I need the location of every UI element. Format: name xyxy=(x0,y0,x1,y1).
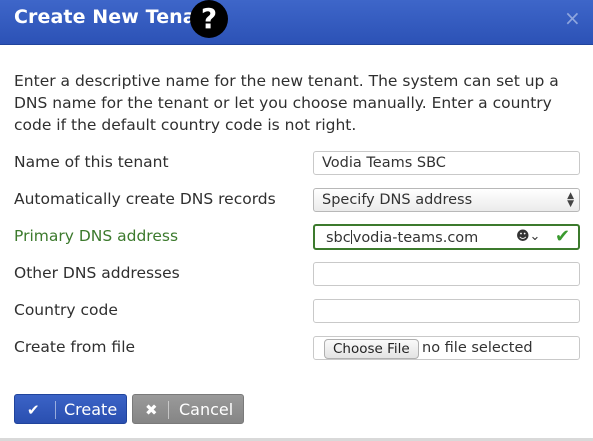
file-input: Choose File no file selected xyxy=(313,336,580,360)
dialog-title: Create New Tenant xyxy=(14,6,219,28)
create-from-file-label: Create from file xyxy=(14,338,136,356)
other-dns-label: Other DNS addresses xyxy=(14,264,180,282)
country-code-input[interactable] xyxy=(313,299,580,323)
primary-dns-value: sbc vodia-teams.com xyxy=(326,230,479,246)
cancel-button-label: Cancel xyxy=(179,400,234,419)
cancel-button[interactable]: ✖ Cancel xyxy=(132,394,244,424)
other-dns-input[interactable] xyxy=(313,262,580,286)
primary-dns-input[interactable]: sbc vodia-teams.com ☻⌄ ✔ xyxy=(313,224,580,250)
tenant-name-label: Name of this tenant xyxy=(14,153,169,171)
file-status: no file selected xyxy=(422,340,533,356)
auto-dns-select[interactable]: Specify DNS address ▲ ▼ xyxy=(313,188,580,212)
button-separator xyxy=(168,401,169,419)
country-code-label: Country code xyxy=(14,301,118,319)
tenant-name-value: Vodia Teams SBC xyxy=(322,155,446,171)
tenant-name-input[interactable]: Vodia Teams SBC xyxy=(313,151,580,175)
help-icon[interactable]: ? xyxy=(190,0,228,38)
auto-dns-selected: Specify DNS address xyxy=(322,192,473,208)
dialog-title-bar: Create New Tenant ? × xyxy=(0,0,593,45)
create-button[interactable]: ✔ Create xyxy=(14,394,127,424)
create-button-label: Create xyxy=(64,400,118,419)
auto-dns-label: Automatically create DNS records xyxy=(14,190,276,208)
button-separator xyxy=(55,401,56,419)
autofill-contact-icon[interactable]: ☻⌄ xyxy=(516,229,540,244)
check-icon: ✔ xyxy=(27,401,40,419)
select-updown-icon: ▲ ▼ xyxy=(567,191,574,209)
valid-check-icon: ✔ xyxy=(555,226,571,247)
x-icon: ✖ xyxy=(145,401,158,419)
close-icon[interactable]: × xyxy=(564,6,581,30)
intro-text: Enter a descriptive name for the new ten… xyxy=(14,72,559,134)
primary-dns-label: Primary DNS address xyxy=(14,227,179,245)
choose-file-button[interactable]: Choose File xyxy=(324,339,419,359)
